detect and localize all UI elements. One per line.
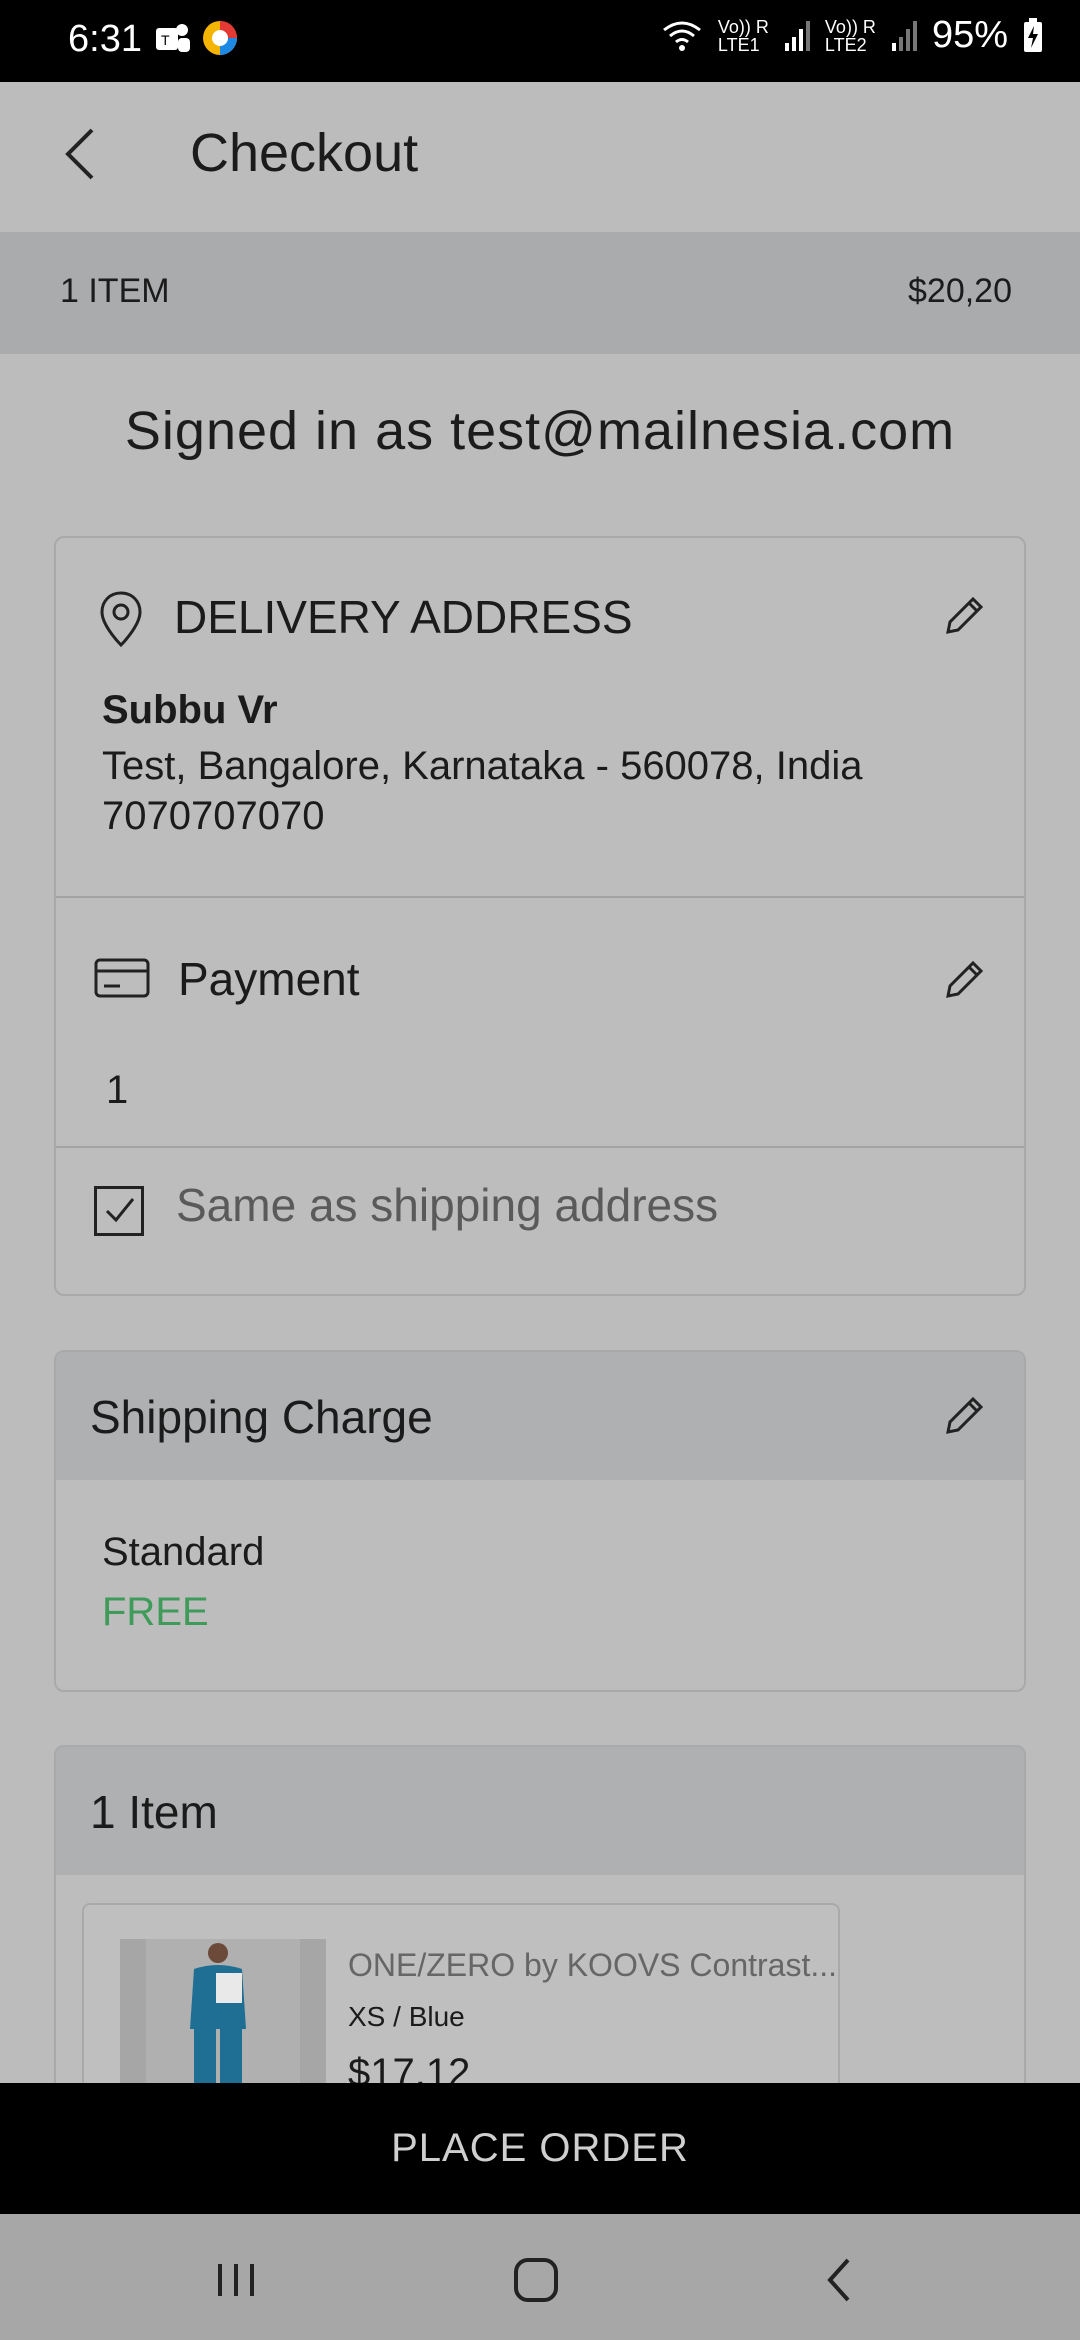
signal-icon <box>784 20 810 51</box>
payment-value: 1 <box>106 1068 129 1112</box>
recent-apps-icon[interactable] <box>206 2250 266 2310</box>
checkmark-icon <box>105 1198 135 1223</box>
address-line: Test, Bangalore, Karnataka - 560078, Ind… <box>102 744 863 788</box>
page-title: Checkout <box>190 123 419 183</box>
notification-icons: T <box>152 18 240 58</box>
same-as-shipping-label[interactable]: Same as shipping address <box>176 1178 718 1232</box>
shipping-method: Standard <box>102 1530 265 1574</box>
address-name: Subbu Vr <box>102 688 278 732</box>
order-summary-bar: 1 ITEM $20,20 <box>0 232 1080 354</box>
shipping-title: Shipping Charge <box>90 1391 433 1443</box>
system-nav-bar <box>0 2214 1080 2340</box>
battery-percent: 95% <box>931 14 1008 56</box>
credit-card-icon <box>94 958 150 998</box>
browser-app-icon <box>203 21 237 55</box>
items-header: 1 Item <box>56 1747 1024 1875</box>
home-icon[interactable] <box>506 2250 566 2310</box>
shipping-header: Shipping Charge <box>56 1352 1024 1480</box>
edit-payment-pencil-icon[interactable] <box>940 956 988 1004</box>
signed-in-text: Signed in as test@mailnesia.com <box>124 401 956 461</box>
status-time: 6:31 <box>68 18 142 60</box>
divider <box>56 1146 1024 1148</box>
shipping-charge-card: Shipping Charge Standard FREE <box>54 1350 1026 1692</box>
delivery-address-title: DELIVERY ADDRESS <box>174 591 633 643</box>
order-total: $20,20 <box>908 272 1012 310</box>
teams-icon: T <box>156 24 190 52</box>
back-nav-icon[interactable] <box>810 2250 870 2310</box>
item-count: 1 ITEM <box>60 272 170 310</box>
payment-title: Payment <box>178 953 360 1005</box>
wifi-icon <box>662 21 701 51</box>
svg-text:T: T <box>161 32 170 48</box>
status-bar: 6:31 T Vo)) R LTE1 Vo)) R LTE2 95% <box>0 0 1080 82</box>
address-payment-card: DELIVERY ADDRESS Subbu Vr Test, Bangalor… <box>54 536 1026 1296</box>
network-1-label: Vo)) R LTE1 <box>717 16 769 55</box>
app-header: Checkout <box>0 82 1080 230</box>
place-order-button[interactable]: PLACE ORDER <box>0 2083 1080 2214</box>
items-title: 1 Item <box>90 1786 218 1838</box>
status-right: Vo)) R LTE1 Vo)) R LTE2 95% <box>660 14 1044 57</box>
signal-icon <box>891 20 917 51</box>
back-arrow-icon[interactable] <box>54 124 114 184</box>
edit-shipping-pencil-icon[interactable] <box>940 1392 988 1440</box>
edit-address-pencil-icon[interactable] <box>940 592 988 640</box>
divider <box>56 896 1024 898</box>
location-pin-icon <box>100 591 142 648</box>
product-name: ONE/ZERO by KOOVS Contrast... <box>348 1947 838 1983</box>
network-2-label: Vo)) R LTE2 <box>824 16 876 55</box>
product-item[interactable]: ONE/ZERO by KOOVS Contrast... XS / Blue … <box>82 1903 840 2109</box>
shipping-price: FREE <box>102 1590 209 1634</box>
address-phone: 7070707070 <box>102 794 325 838</box>
same-as-shipping-checkbox[interactable] <box>94 1186 144 1236</box>
battery-charging-icon <box>1024 17 1042 52</box>
product-variant: XS / Blue <box>348 2001 465 2032</box>
items-card: 1 Item ONE/ZERO by KOOVS Contrast... XS … <box>54 1745 1026 2109</box>
